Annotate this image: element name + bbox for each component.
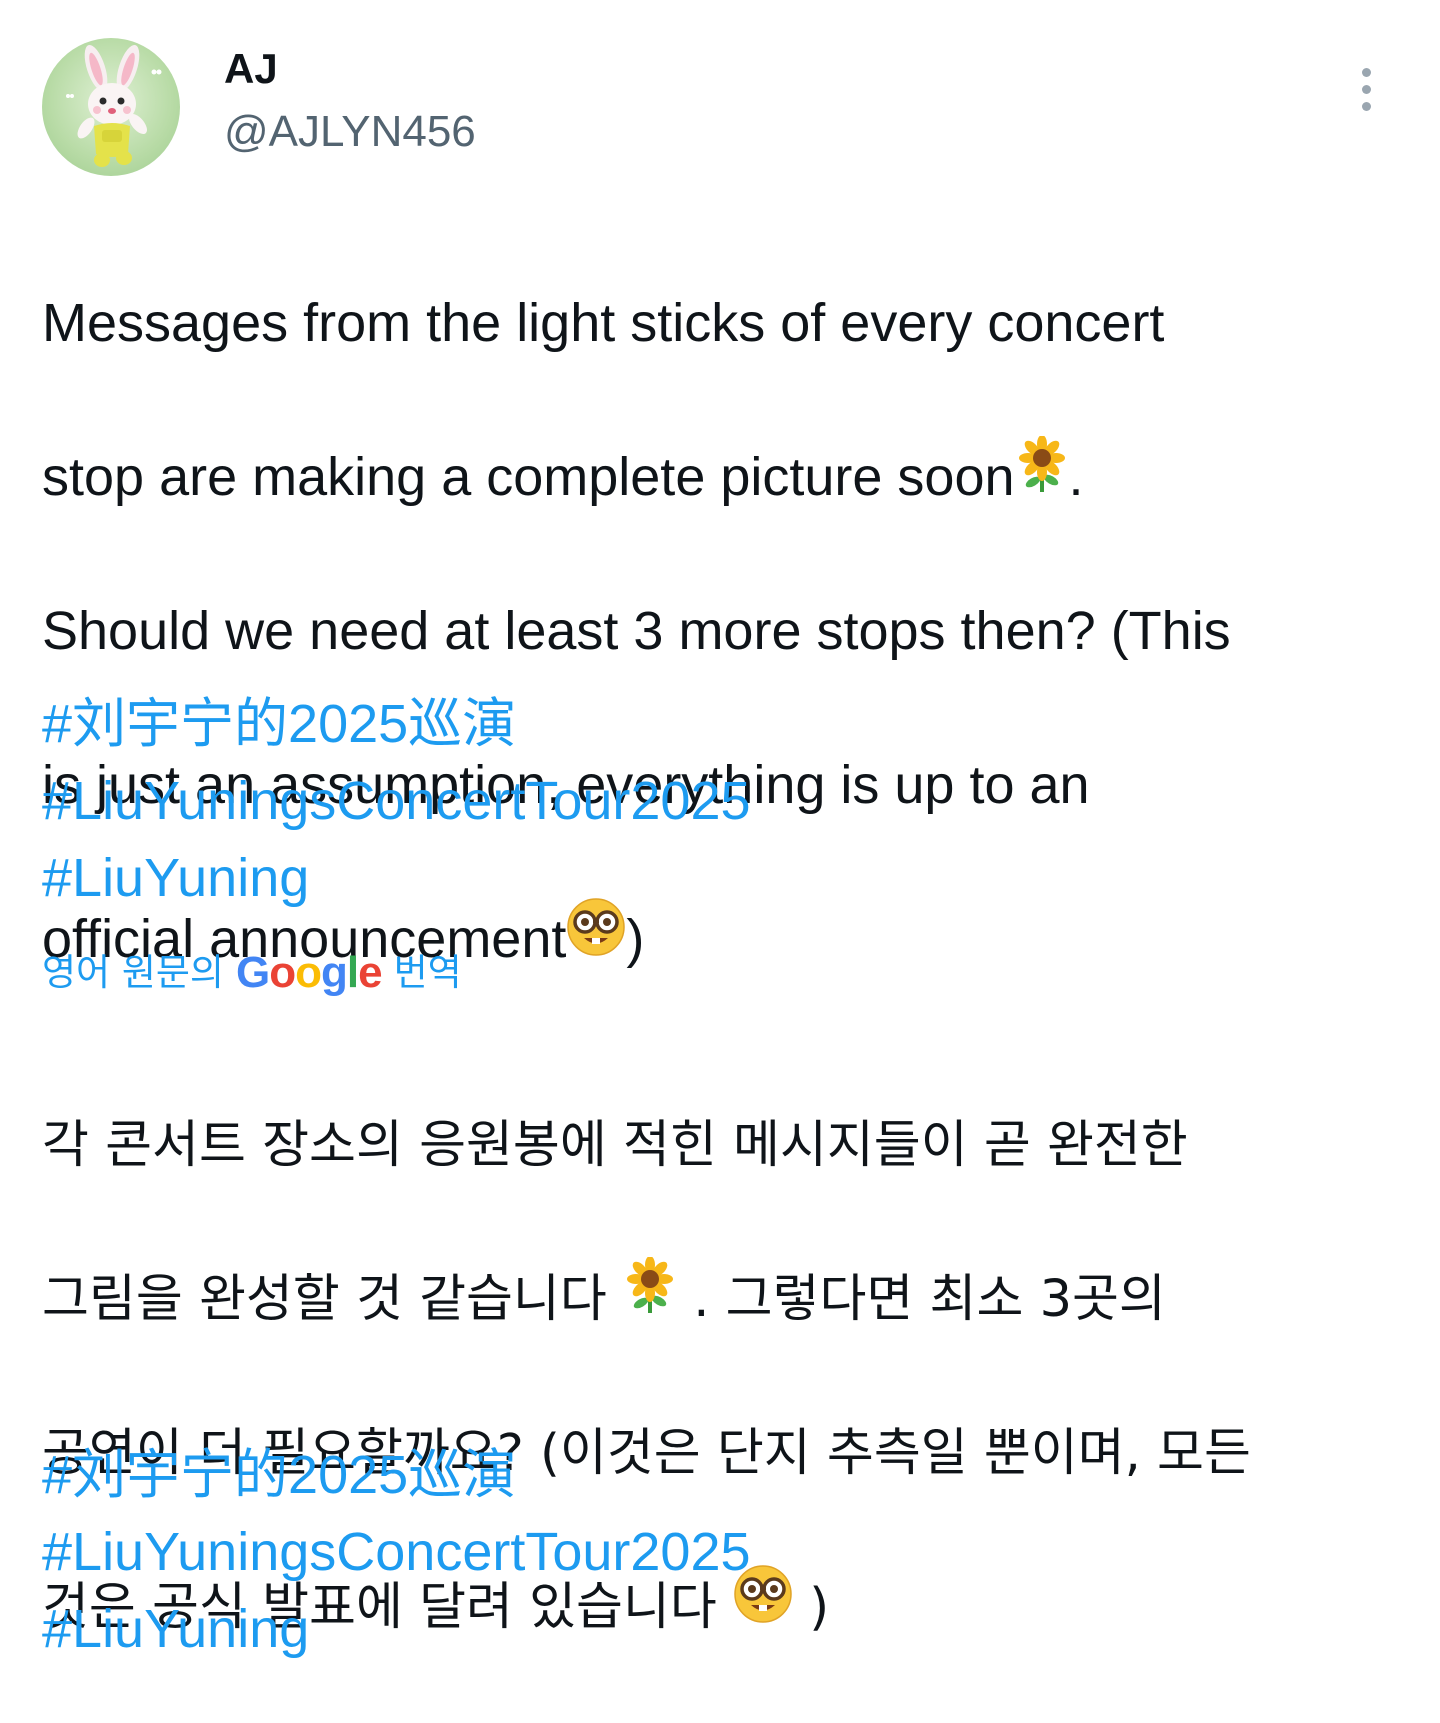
- text-segment: ): [626, 909, 645, 969]
- display-name[interactable]: AJ: [224, 44, 278, 94]
- text-segment: . 그렇다면 최소 3곳의: [693, 1270, 1166, 1329]
- text-line: 각 콘서트 장소의 응원봉에 적힌 메시지들이 곧 완전한: [42, 1116, 1188, 1175]
- avatar[interactable]: [42, 38, 180, 176]
- hashtag-link[interactable]: #刘宇宁的2025巡演: [42, 686, 1242, 763]
- text-segment: .: [1068, 447, 1084, 507]
- text-line: stop are making a complete picture soon: [42, 435, 1402, 516]
- translation-attribution[interactable]: 영어 원문의 Google 번역: [42, 948, 462, 998]
- google-logo: Google: [235, 948, 383, 997]
- hashtag-link[interactable]: #LiuYuning: [42, 840, 1242, 917]
- hashtag-link[interactable]: #LiuYuningsConcertTour2025: [42, 763, 1242, 840]
- translation-prefix: 영어 원문의: [42, 951, 224, 994]
- more-vertical-icon: [1352, 68, 1380, 111]
- translation-suffix: 번역: [393, 951, 462, 994]
- text-segment: stop are making a complete picture soon: [42, 447, 1015, 507]
- text-line: 그림을 완성할 것 같습니다 . 그렇다면 최소 3곳의: [42, 1256, 1402, 1338]
- hashtag-link[interactable]: #刘宇宁的2025巡演: [42, 1437, 1242, 1514]
- more-options-button[interactable]: [1352, 68, 1380, 122]
- tweet: AJ @AJLYN456 Messages from the light sti…: [0, 0, 1440, 1713]
- hashtag-list-translated: #刘宇宁的2025巡演 #LiuYuningsConcertTour2025 #…: [42, 1437, 1242, 1668]
- text-line: Should we need at least 3 more stops the…: [42, 601, 1231, 661]
- hashtag-list: #刘宇宁的2025巡演 #LiuYuningsConcertTour2025 #…: [42, 686, 1242, 917]
- bunny-avatar-icon: [66, 45, 162, 167]
- hashtag-link[interactable]: #LiuYuning: [42, 1591, 1242, 1668]
- text-segment: 그림을 완성할 것 같습니다: [42, 1270, 607, 1329]
- hashtag-link[interactable]: #LiuYuningsConcertTour2025: [42, 1514, 1242, 1591]
- sunflower-icon: [623, 1256, 677, 1337]
- text-line: Messages from the light sticks of every …: [42, 293, 1165, 353]
- user-handle[interactable]: @AJLYN456: [224, 106, 476, 158]
- sunflower-icon: [1015, 435, 1069, 515]
- tweet-text-original: Messages from the light sticks of every …: [42, 208, 1402, 1055]
